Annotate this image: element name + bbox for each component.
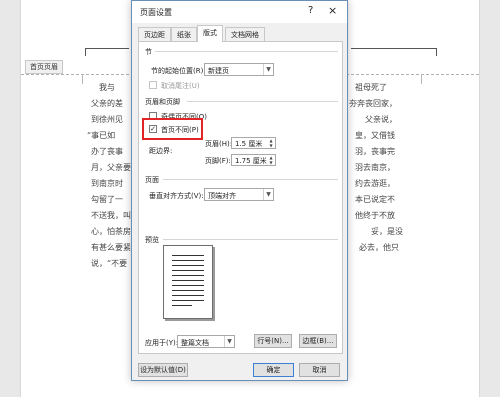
spin-down-icon[interactable]: ▼ [267, 143, 275, 148]
doc-line: 我与 [99, 83, 115, 92]
valign-select[interactable]: 顶端对齐 ▼ [204, 188, 274, 201]
page-divider [163, 179, 338, 180]
header-distance-value: 1.5 厘米 [235, 140, 263, 148]
borders-button[interactable]: 边框(B)... [299, 334, 337, 348]
tab-margins[interactable]: 页边距 [138, 27, 171, 41]
doc-line-right: 夯奔丧回家， [349, 99, 397, 108]
valign-value: 顶端对齐 [208, 192, 236, 200]
line-numbers-button[interactable]: 行号(N)... [254, 334, 292, 348]
preview-heading: 预览 [145, 236, 159, 244]
header-tick-right [436, 48, 437, 56]
tab-layout[interactable]: 版式 [197, 25, 223, 42]
doc-line-right: 皇，又借钱 [355, 131, 395, 140]
chevron-down-icon: ▼ [263, 189, 273, 200]
apply-to-select[interactable]: 整篇文档 ▼ [177, 335, 235, 348]
doc-line-right: 祖母死了 [355, 83, 387, 92]
doc-line: 父亲的差 [91, 99, 123, 108]
doc-line: 到徐州见 [91, 115, 123, 124]
doc-line: 月，父亲要 [91, 163, 131, 172]
doc-line-right: 必去，他只 [359, 243, 399, 252]
doc-line-right: 约去游逛， [355, 179, 395, 188]
dialog-titlebar[interactable]: 页面设置 ? × [132, 1, 347, 23]
doc-line: 有甚么要紧 [91, 243, 131, 252]
section-divider [155, 51, 338, 52]
section-heading: 节 [145, 48, 152, 56]
footer-distance-value: 1.75 厘米 [235, 157, 267, 165]
spin-down-icon[interactable]: ▼ [267, 160, 275, 165]
header-rule-right [351, 48, 437, 49]
cancel-button[interactable]: 取消 [299, 363, 340, 377]
doc-line-right: 羽，丧事完 [355, 147, 395, 156]
doc-line: “事已如 [87, 131, 116, 140]
corner-mark-left [75, 74, 83, 84]
close-icon[interactable]: × [328, 4, 337, 17]
cancel-endnote-label: 取消尾注(U) [161, 82, 200, 90]
cancel-endnote-checkbox[interactable] [149, 81, 157, 89]
tab-paper[interactable]: 纸张 [171, 27, 197, 41]
doc-line: 不送我，叫 [91, 211, 131, 220]
apply-to-value: 整篇文档 [181, 339, 209, 347]
preview-line [172, 270, 204, 271]
page-heading: 页面 [145, 176, 159, 184]
doc-line-right: 羽去南京， [355, 163, 395, 172]
chevron-down-icon: ▼ [224, 336, 234, 347]
first-page-header-tag[interactable]: 首页页眉 [25, 60, 63, 74]
set-default-button[interactable]: 设为默认值(D) [138, 363, 188, 377]
distance-label: 距边界: [149, 147, 173, 155]
dialog-title: 页面设置 [140, 8, 172, 17]
preview-page [163, 245, 213, 319]
ok-button[interactable]: 确定 [253, 363, 294, 377]
doc-line: 心，怕茶房 [91, 227, 131, 236]
page-setup-dialog: 页面设置 ? × 页边距 纸张 版式 文档网格 节 节的起始位置(R): 新建页… [131, 0, 348, 381]
footer-distance-label: 页脚(F): [205, 157, 231, 165]
preview-line [172, 305, 192, 306]
preview-line [172, 265, 204, 266]
doc-line-right: 妥，是没 [371, 227, 403, 236]
preview-line [172, 285, 204, 286]
tab-document-grid[interactable]: 文档网格 [225, 27, 265, 41]
valign-label: 垂直对齐方式(V): [149, 192, 204, 200]
header-footer-divider [187, 101, 338, 102]
doc-line-right: 本已说定不 [355, 195, 395, 204]
preview-line [172, 275, 204, 276]
apply-to-label: 应用于(Y): [145, 339, 179, 347]
doc-line: 勾留了一 [91, 195, 123, 204]
header-distance-input[interactable]: 1.5 厘米 ▲ ▼ [231, 137, 276, 149]
header-distance-label: 页眉(H): [205, 140, 233, 148]
preview-line [172, 290, 204, 291]
preview-line [172, 255, 204, 256]
footer-distance-input[interactable]: 1.75 厘米 ▲ ▼ [231, 154, 276, 166]
preview-line [172, 280, 204, 281]
preview-line [172, 300, 204, 301]
header-tick-left [85, 48, 86, 56]
first-page-highlight [142, 118, 203, 140]
preview-line [172, 295, 204, 296]
preview-divider [163, 239, 338, 240]
doc-line: 到南京时 [91, 179, 123, 188]
section-start-label: 节的起始位置(R): [151, 67, 206, 75]
help-icon[interactable]: ? [308, 5, 313, 16]
doc-line-right: 他终于不放 [355, 211, 395, 220]
corner-mark-right [421, 74, 429, 84]
doc-line: 办了丧事 [91, 147, 123, 156]
section-start-value: 新建页 [208, 67, 229, 75]
header-rule-left [85, 48, 129, 49]
preview-line [172, 260, 204, 261]
chevron-down-icon: ▼ [263, 64, 273, 75]
doc-line: 说，“不要 [91, 259, 128, 268]
section-start-select[interactable]: 新建页 ▼ [204, 63, 274, 76]
header-footer-heading: 页眉和页脚 [145, 98, 180, 106]
doc-line-right: 父亲说， [365, 115, 397, 124]
